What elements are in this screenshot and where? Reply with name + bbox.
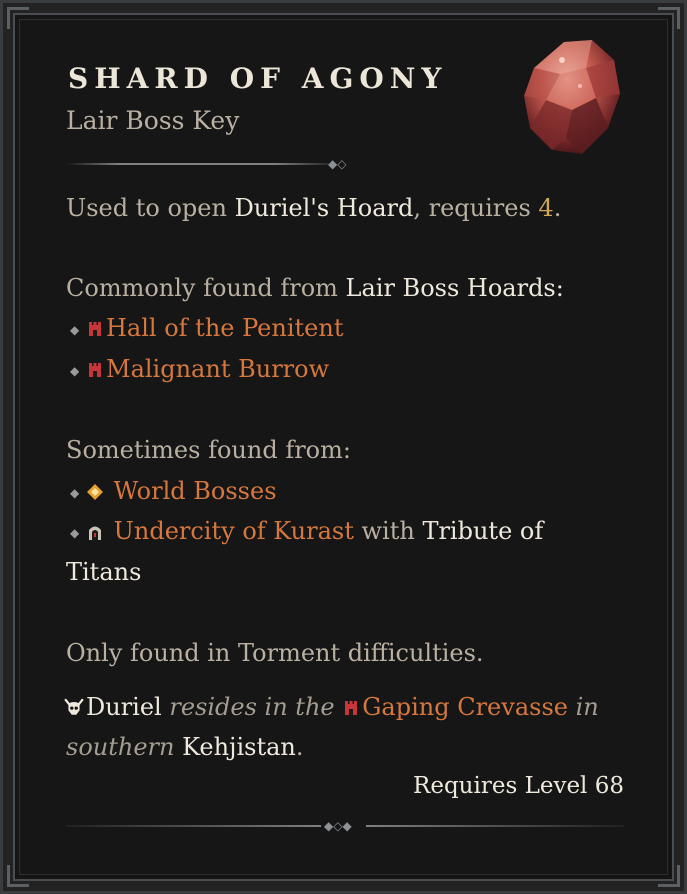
undercity-icon bbox=[89, 526, 101, 540]
lore-line-1: Duriel resides in the Gaping Crevasse in bbox=[64, 693, 599, 721]
list-item: ◆ Malignant Burrow bbox=[70, 355, 329, 383]
lore-region: Kehjistan bbox=[174, 733, 296, 761]
gaping-crevasse-link[interactable]: Gaping Crevasse bbox=[362, 693, 568, 721]
usage-prefix: Used to open bbox=[66, 194, 235, 222]
hall-of-the-penitent-link[interactable]: Hall of the Penitent bbox=[106, 314, 343, 342]
list-item: ◆ Hall of the Penitent bbox=[70, 314, 343, 342]
undercity-of-kurast-link[interactable]: Undercity of Kurast bbox=[114, 517, 354, 545]
dungeon-icon bbox=[345, 701, 358, 715]
lore-southern: southern bbox=[66, 733, 175, 761]
lore-phrase-1: resides in the bbox=[161, 693, 343, 721]
common-heading-prefix: Commonly found from bbox=[66, 274, 346, 302]
world-bosses-link[interactable]: World Bosses bbox=[114, 477, 277, 505]
lore-boss: Duriel bbox=[86, 693, 162, 721]
bottom-divider: ◆◇◆ bbox=[66, 819, 624, 833]
list-item: ◆ Undercity of Kurast with Tribute of bbox=[70, 517, 543, 545]
common-heading-source: Lair Boss Hoards bbox=[345, 274, 556, 302]
usage-line: Used to open Duriel's Hoard, requires 4. bbox=[66, 194, 561, 222]
lore-end: . bbox=[295, 733, 304, 761]
usage-count: 4 bbox=[538, 194, 554, 222]
bullet-icon: ◆ bbox=[70, 322, 80, 337]
common-heading: Commonly found from Lair Boss Hoards: bbox=[66, 274, 564, 302]
item-type: Lair Boss Key bbox=[66, 106, 240, 135]
titans-text: Titans bbox=[66, 558, 142, 586]
lore-line-2: southern Kehjistan. bbox=[66, 733, 304, 761]
torment-note: Only found in Torment difficulties. bbox=[66, 639, 484, 667]
world-boss-icon bbox=[87, 484, 103, 500]
bullet-icon: ◆ bbox=[70, 363, 80, 378]
usage-suffix: . bbox=[553, 194, 562, 222]
dungeon-icon bbox=[89, 322, 101, 336]
bullet-icon: ◆ bbox=[70, 485, 80, 500]
bullet-icon: ◆ bbox=[70, 525, 80, 540]
red-gem-shard-icon bbox=[524, 40, 620, 154]
boss-skull-icon bbox=[64, 698, 84, 715]
dungeon-icon bbox=[89, 363, 101, 377]
undercity-tail-text: with bbox=[353, 517, 423, 545]
common-heading-suffix: : bbox=[555, 274, 564, 302]
malignant-burrow-link[interactable]: Malignant Burrow bbox=[106, 355, 329, 383]
sometimes-heading: Sometimes found from: bbox=[66, 436, 351, 464]
usage-target: Duriel's Hoard bbox=[234, 194, 414, 222]
usage-middle: , requires bbox=[413, 194, 539, 222]
level-requirement: Requires Level 68 bbox=[413, 773, 624, 799]
item-title: SHARD OF AGONY bbox=[68, 62, 448, 95]
lore-phrase-2: in bbox=[567, 693, 599, 721]
tribute-of-text: Tribute of bbox=[422, 517, 544, 545]
list-item: ◆ World Bosses bbox=[70, 477, 277, 505]
top-divider: ◆◇ bbox=[66, 157, 356, 171]
